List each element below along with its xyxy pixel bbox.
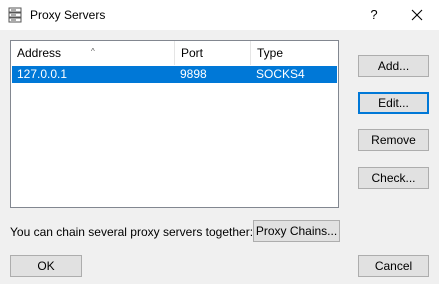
cell-type: SOCKS4 xyxy=(256,67,305,81)
remove-button[interactable]: Remove xyxy=(358,129,429,151)
server-icon xyxy=(8,7,22,23)
title-bar: Proxy Servers ? xyxy=(0,0,439,30)
cancel-button[interactable]: Cancel xyxy=(358,255,429,277)
add-button[interactable]: Add... xyxy=(358,55,429,77)
table-row[interactable]: 127.0.0.1 9898 SOCKS4 xyxy=(12,66,337,83)
cell-port: 9898 xyxy=(180,67,207,81)
column-header-address-label: Address xyxy=(17,46,62,60)
window-title: Proxy Servers xyxy=(30,8,106,22)
close-icon xyxy=(411,9,423,21)
column-header-type[interactable]: Type xyxy=(251,41,338,65)
help-button[interactable]: ? xyxy=(364,4,384,26)
chain-label: You can chain several proxy servers toge… xyxy=(10,225,254,239)
sort-ascending-icon: ^ xyxy=(91,47,95,56)
close-button[interactable] xyxy=(405,4,429,26)
column-header-type-label: Type xyxy=(257,46,284,60)
cell-address: 127.0.0.1 xyxy=(17,67,68,81)
edit-button[interactable]: Edit... xyxy=(358,92,429,114)
check-button[interactable]: Check... xyxy=(358,167,429,189)
column-header-port[interactable]: Port xyxy=(175,41,251,65)
list-header: Address ^ Port Type xyxy=(11,41,338,65)
ok-button[interactable]: OK xyxy=(10,255,82,277)
proxy-chains-button[interactable]: Proxy Chains... xyxy=(253,220,340,242)
proxy-list[interactable]: Address ^ Port Type 127.0.0.1 9898 SOCKS… xyxy=(10,40,339,208)
column-header-port-label: Port xyxy=(181,46,204,60)
column-header-address[interactable]: Address ^ xyxy=(11,41,175,65)
